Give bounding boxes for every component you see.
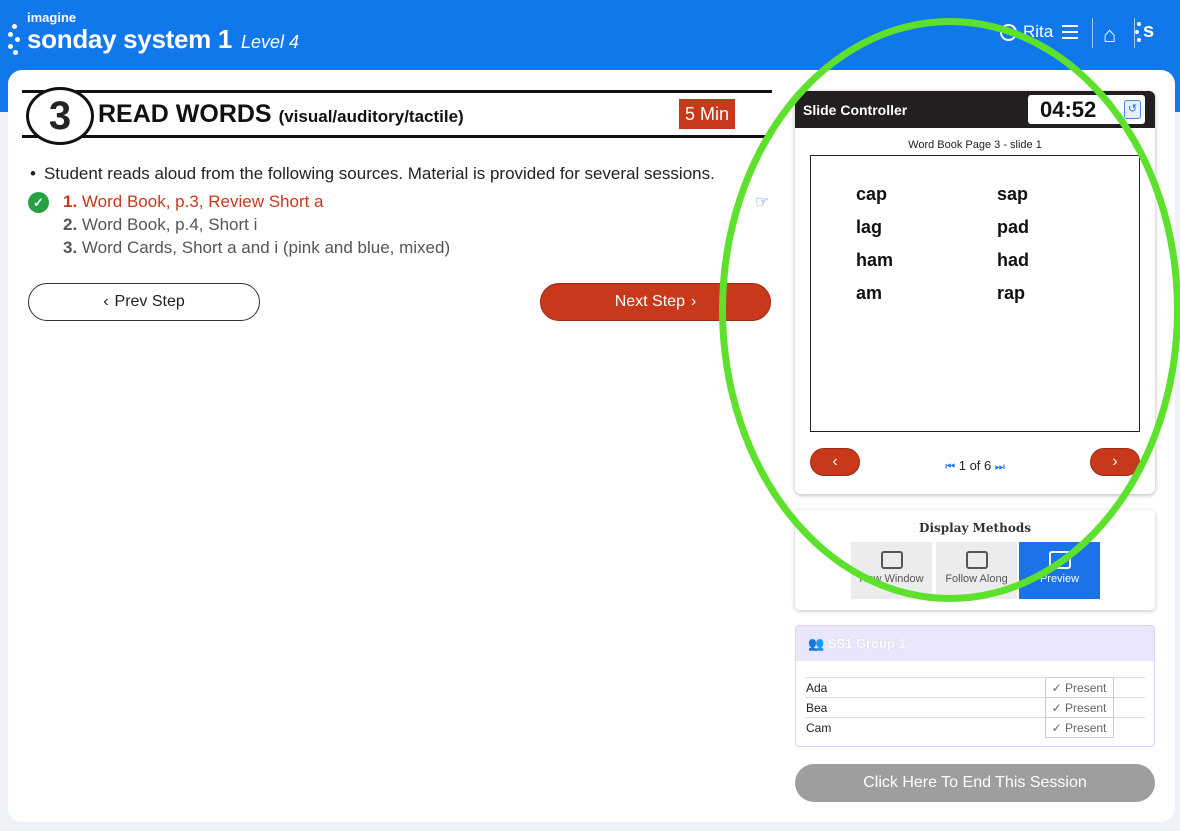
slide-controller-header: Slide Controller 04:52 ↺ [795, 91, 1155, 128]
group-header[interactable]: 👥 SS1 Group 1 [796, 626, 1154, 661]
page-total: 6 [984, 458, 992, 473]
table-row: Cam ✓ Present [806, 717, 1145, 738]
brand-small-text: imagine [27, 10, 77, 25]
user-name: Rita [1023, 22, 1054, 41]
new-window-option[interactable]: New Window [851, 542, 932, 599]
attendance-status[interactable]: ✓ Present [1044, 677, 1114, 698]
item-text: Word Cards, Short a and i (pink and blue… [81, 238, 451, 257]
check-icon: ✓ [28, 192, 49, 213]
group-name: SS1 Group 1 [827, 636, 906, 651]
group-title: 👥 SS1 Group 1 [808, 636, 906, 651]
student-table: Ada ✓ Present Bea ✓ Present Cam ✓ Presen… [806, 677, 1145, 738]
slide-word: cap [856, 184, 888, 204]
status-label: Present [1065, 720, 1107, 735]
slide-word: lag [856, 217, 883, 237]
page-current: 1 [958, 458, 966, 473]
last-slide-icon[interactable]: ⏭ [995, 461, 1005, 473]
logo-letter: s [1143, 20, 1155, 42]
sonday-logo-icon[interactable]: s [1135, 20, 1155, 43]
attendance-status[interactable]: ✓ Present [1044, 717, 1114, 738]
spacer [1113, 697, 1145, 718]
display-methods-panel: Display Methods New Window Follow Along … [795, 510, 1155, 610]
pointer-hand-icon: ☞ [755, 194, 770, 211]
step-title-text: READ WORDS [98, 100, 272, 128]
hamburger-menu-icon[interactable] [1062, 25, 1078, 39]
timer-reset-icon[interactable]: ↺ [1124, 100, 1141, 119]
cast-icon [965, 551, 988, 569]
timer-value: 04:52 [1040, 97, 1097, 122]
preview-icon [1048, 551, 1071, 569]
option-label: Follow Along [945, 573, 1008, 585]
next-step-label: Next Step [614, 293, 685, 310]
new-window-icon [880, 551, 903, 569]
brand-name: sonday system 1 [27, 24, 233, 54]
slide-controller-panel: Slide Controller 04:52 ↺ Word Book Page … [795, 91, 1155, 494]
option-label: New Window [859, 573, 924, 585]
item-number: 2. [63, 215, 78, 234]
page-of-label: of [969, 458, 981, 473]
level-label: Level 4 [241, 32, 300, 52]
next-slide-button[interactable]: › [1090, 448, 1140, 476]
end-session-button[interactable]: Click Here To End This Session [795, 764, 1155, 802]
slide-preview: cap lag ham am sap pad had rap [810, 155, 1140, 432]
step-number-badge: 3 [26, 87, 94, 145]
chevron-left-icon: ‹ [103, 293, 109, 310]
preview-option[interactable]: Preview [1019, 542, 1100, 599]
item-number: 1. [63, 192, 78, 211]
chevron-right-icon: › [1112, 453, 1118, 470]
home-icon[interactable]: ⌂ [1103, 22, 1116, 48]
slide-word: ham [856, 250, 894, 270]
display-methods-title: Display Methods [919, 521, 1031, 535]
status-label: Present [1065, 700, 1107, 715]
item-number: 3. [63, 238, 78, 257]
prev-step-label: Prev Step [114, 293, 185, 310]
slide-word: sap [997, 184, 1029, 204]
item-text: Word Book, p.3, Review Short a [81, 192, 324, 211]
user-check-icon: ✓ [1051, 680, 1062, 695]
table-row: Ada ✓ Present [806, 677, 1145, 698]
session-timer: 04:52 ↺ [1028, 95, 1145, 124]
student-name: Bea [806, 697, 1045, 718]
prev-step-button[interactable]: ‹ Prev Step [28, 283, 260, 321]
header-divider [1092, 18, 1093, 48]
step-instruction: Student reads aloud from the following s… [30, 164, 715, 184]
slide-caption: Word Book Page 3 - slide 1 [908, 139, 1042, 151]
slide-word: had [997, 250, 1030, 270]
group-panel: 👥 SS1 Group 1 Ada ✓ Present Bea ✓ Presen… [795, 625, 1155, 747]
follow-along-option[interactable]: Follow Along [936, 542, 1017, 599]
status-label: Present [1065, 680, 1107, 695]
step-title: READ WORDS (visual/auditory/tactile) [98, 100, 464, 129]
slide-word: pad [997, 217, 1030, 237]
user-check-icon: ✓ [1051, 720, 1062, 735]
attendance-status[interactable]: ✓ Present [1044, 697, 1114, 718]
student-name: Cam [806, 717, 1045, 738]
item-text: Word Book, p.4, Short i [81, 215, 258, 234]
slide-word: rap [997, 283, 1026, 303]
chevron-right-icon: › [690, 293, 697, 310]
user-circle-icon [1000, 23, 1017, 41]
table-row: Bea ✓ Present [806, 697, 1145, 718]
step-subtitle: (visual/auditory/tactile) [278, 107, 464, 126]
material-item-2[interactable]: 2. Word Book, p.4, Short i [63, 215, 257, 235]
spacer [1113, 677, 1145, 698]
next-step-button[interactable]: Next Step › [540, 283, 771, 321]
slide-controller-title: Slide Controller [803, 102, 908, 118]
material-item-3[interactable]: 3. Word Cards, Short a and i (pink and b… [63, 238, 450, 258]
slide-word: am [856, 283, 883, 303]
student-name: Ada [806, 677, 1045, 698]
sonday-logo-mark-icon [8, 24, 22, 56]
option-label: Preview [1039, 573, 1080, 585]
material-item-1[interactable]: 1. Word Book, p.3, Review Short a [63, 192, 324, 212]
first-slide-icon[interactable]: ⏮ [945, 461, 955, 473]
user-menu[interactable]: Rita [1000, 22, 1053, 42]
spacer [1113, 717, 1145, 738]
step-duration-badge: 5 Min [679, 99, 735, 129]
user-check-icon: ✓ [1051, 700, 1062, 715]
